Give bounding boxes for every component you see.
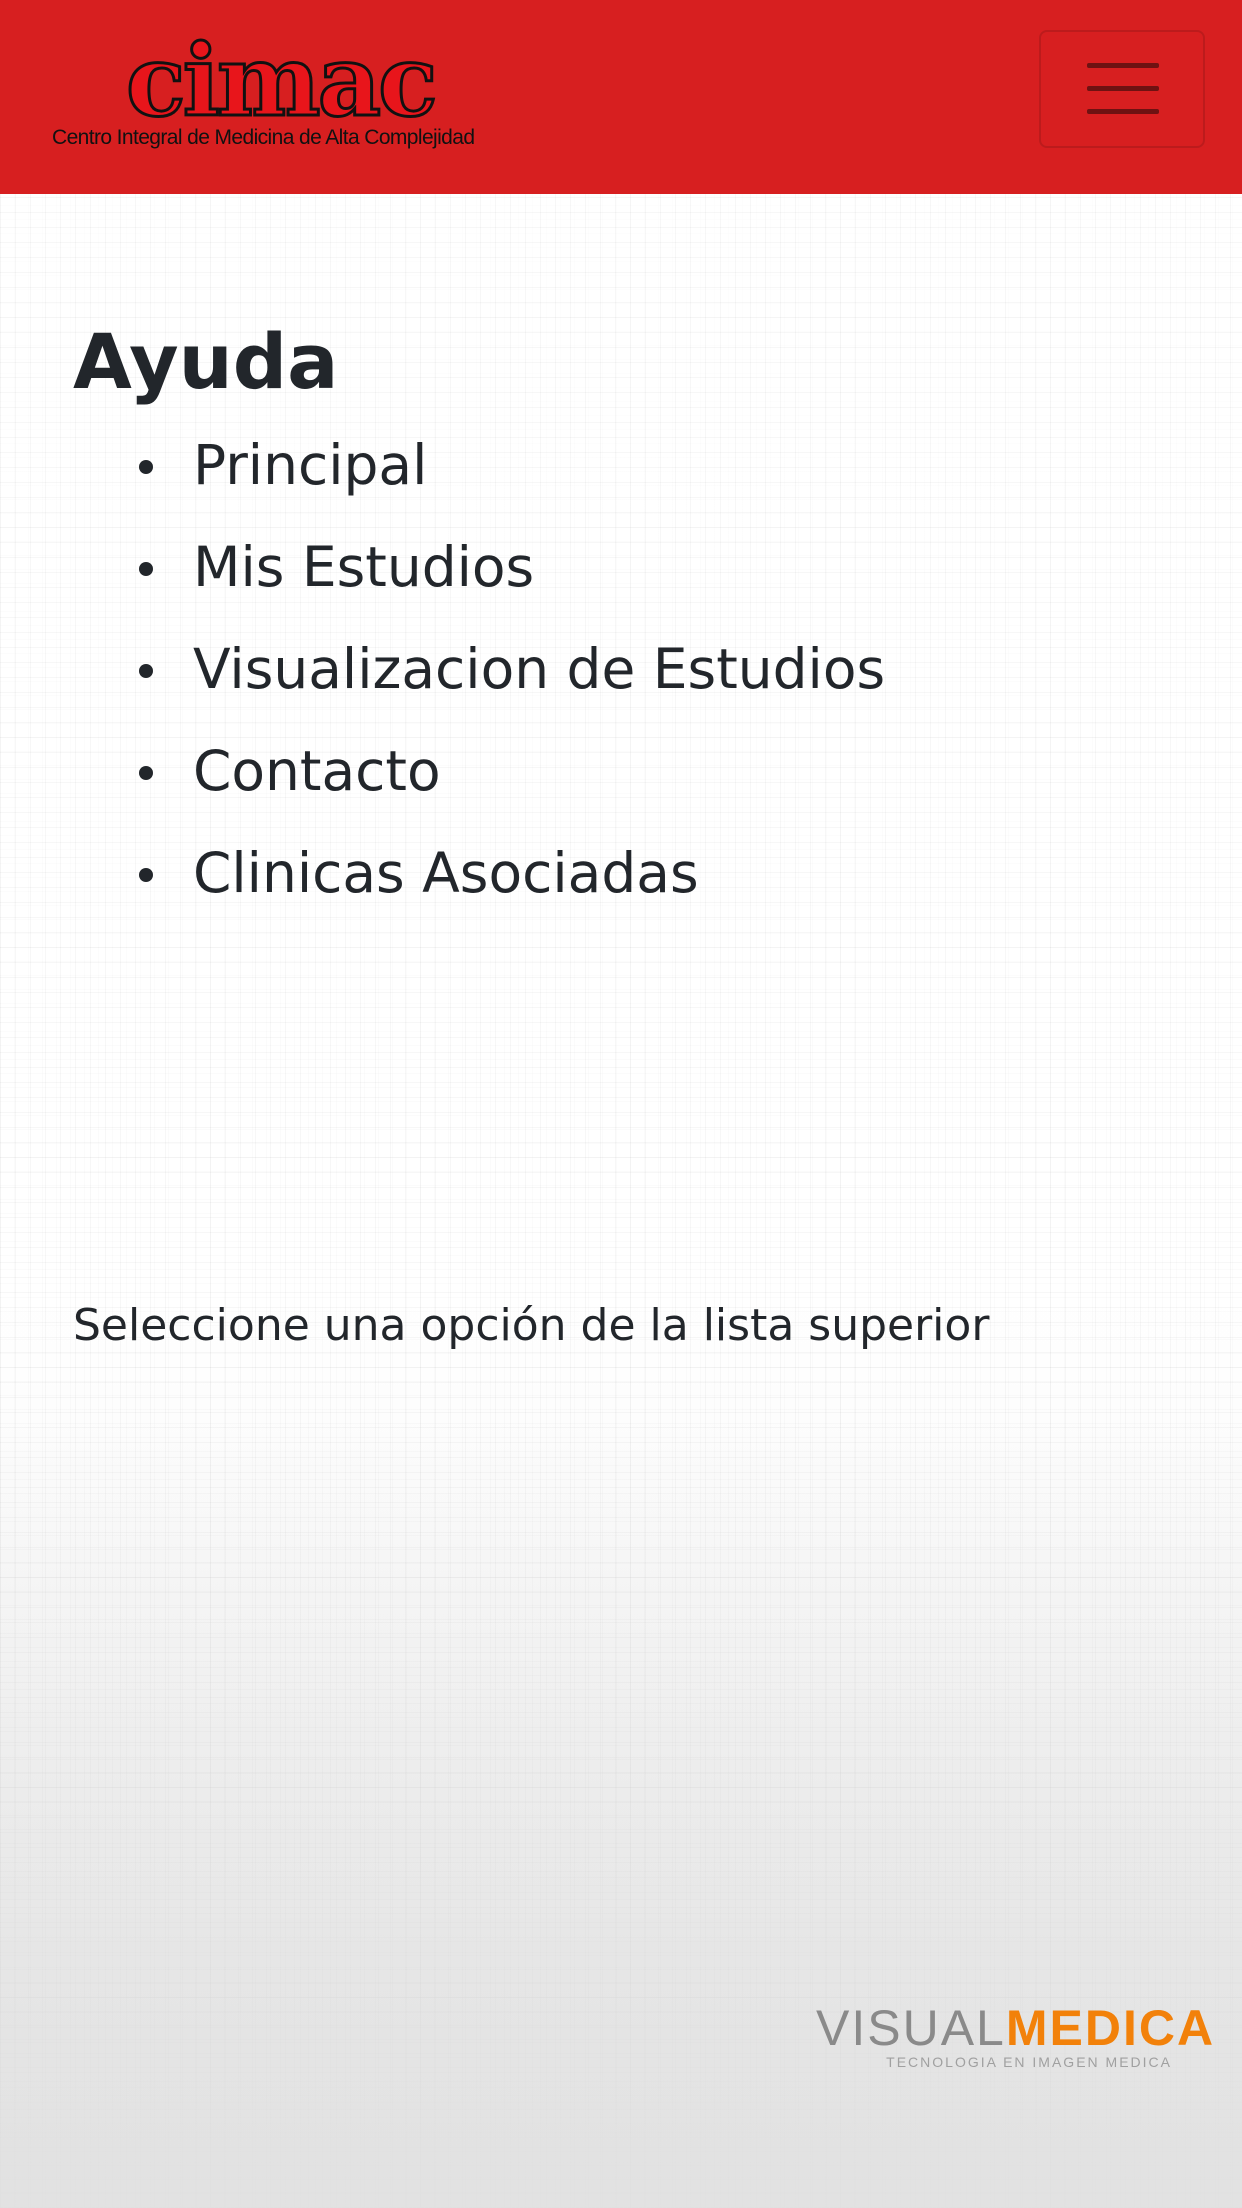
- brand-logo[interactable]: cimac Centro Integral de Medicina de Alt…: [52, 24, 492, 159]
- help-item-contacto[interactable]: Contacto: [73, 720, 1173, 822]
- brand-tagline: Centro Integral de Medicina de Alta Comp…: [52, 126, 475, 149]
- bullet-icon: [139, 766, 153, 780]
- help-item-clinicas-asociadas[interactable]: Clinicas Asociadas: [73, 822, 1173, 924]
- bullet-icon: [139, 562, 153, 576]
- logo-word-visual: VISUAL: [816, 2000, 1006, 2056]
- bullet-icon: [139, 664, 153, 678]
- help-item-label: Principal: [193, 433, 428, 497]
- page-title: Ayuda: [73, 317, 339, 406]
- visualmedica-logo: VISUALMEDICA TECNOLOGIA EN IMAGEN MEDICA: [816, 2000, 1213, 2074]
- instruction-text: Seleccione una opción de la lista superi…: [73, 1300, 990, 1351]
- help-item-label: Mis Estudios: [193, 535, 535, 599]
- visualmedica-tagline: TECNOLOGIA EN IMAGEN MEDICA: [886, 2054, 1172, 2070]
- bullet-icon: [139, 868, 153, 882]
- help-item-label: Visualizacion de Estudios: [193, 637, 886, 701]
- help-item-label: Contacto: [193, 739, 441, 803]
- top-navbar: cimac Centro Integral de Medicina de Alt…: [0, 0, 1242, 194]
- bullet-icon: [139, 460, 153, 474]
- brand-name: cimac: [125, 24, 440, 139]
- background-fade: [0, 1420, 1242, 2208]
- menu-toggle-button[interactable]: [1039, 30, 1205, 148]
- help-item-mis-estudios[interactable]: Mis Estudios: [73, 516, 1173, 618]
- help-section: Ayuda Principal Mis Estudios Visualizaci…: [73, 310, 1173, 924]
- help-topic-list: Principal Mis Estudios Visualizacion de …: [73, 414, 1173, 924]
- visualmedica-wordmark: VISUALMEDICA: [816, 2000, 1215, 2056]
- logo-word-medica: MEDICA: [1005, 2000, 1216, 2056]
- help-item-label: Clinicas Asociadas: [193, 841, 699, 905]
- help-item-principal[interactable]: Principal: [73, 414, 1173, 516]
- help-item-visualizacion-de-estudios[interactable]: Visualizacion de Estudios: [73, 618, 1173, 720]
